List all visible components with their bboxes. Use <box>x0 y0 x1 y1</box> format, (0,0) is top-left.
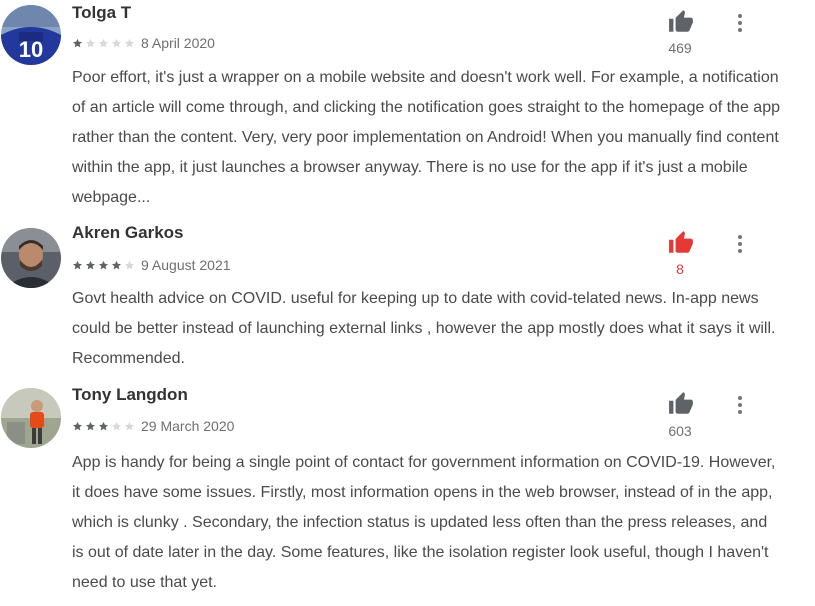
review-meta: 29 March 2020 <box>72 418 234 434</box>
star-rating <box>72 260 135 271</box>
avatar[interactable]: 10 <box>1 5 61 65</box>
thumb-up-icon <box>669 10 693 32</box>
star-icon <box>99 260 108 269</box>
review-meta: 9 August 2021 <box>72 257 231 273</box>
more-vert-icon-dot <box>738 242 742 246</box>
star-icon <box>86 421 95 430</box>
more-options-button[interactable] <box>728 393 752 417</box>
review-card: Akren Garkos 9 August 2021 8 Govt health… <box>0 220 815 380</box>
more-vert-icon-dot <box>738 28 742 32</box>
review-date: 9 August 2021 <box>141 257 231 273</box>
star-icon <box>99 38 108 47</box>
star-icon <box>86 260 95 269</box>
star-icon <box>86 38 95 47</box>
review-meta: 8 April 2020 <box>72 35 215 51</box>
avatar-image <box>1 388 61 448</box>
thumb-up-icon <box>669 392 693 414</box>
helpful-button[interactable] <box>666 9 696 35</box>
more-options-button[interactable] <box>728 11 752 35</box>
helpful-count: 8 <box>676 261 684 277</box>
star-icon <box>112 260 121 269</box>
star-icon <box>125 260 134 269</box>
star-icon <box>73 38 82 47</box>
review-card: 10 Tolga T 8 April 2020 469 Poor effort,… <box>0 0 815 215</box>
star-rating <box>72 38 135 49</box>
review-author: Akren Garkos <box>72 223 184 242</box>
star-icon <box>73 421 82 430</box>
avatar-image <box>1 228 61 288</box>
more-vert-icon-dot <box>738 14 742 18</box>
review-card: Tony Langdon 29 March 2020 603 App is ha… <box>0 382 815 606</box>
more-vert-icon-dot <box>738 235 742 239</box>
more-options-button[interactable] <box>728 232 752 256</box>
helpful-count: 603 <box>668 423 692 439</box>
review-author: Tony Langdon <box>72 385 188 404</box>
star-icon <box>112 421 121 430</box>
more-vert-icon-dot <box>738 21 742 25</box>
review-date: 8 April 2020 <box>141 35 215 51</box>
helpful-button[interactable] <box>666 230 696 256</box>
thumb-up-icon <box>669 231 693 253</box>
avatar[interactable] <box>1 388 61 448</box>
review-text: Poor effort, it's just a wrapper on a mo… <box>72 69 780 206</box>
avatar[interactable] <box>1 228 61 288</box>
more-vert-icon-dot <box>738 249 742 253</box>
svg-text:10: 10 <box>19 37 43 62</box>
review-text: Govt health advice on COVID. useful for … <box>72 290 776 367</box>
review-author: Tolga T <box>72 3 132 22</box>
star-icon <box>125 38 134 47</box>
star-icon <box>125 421 134 430</box>
more-vert-icon-dot <box>738 403 742 407</box>
star-icon <box>73 260 82 269</box>
star-rating <box>72 421 135 432</box>
more-vert-icon-dot <box>738 396 742 400</box>
avatar-image: 10 <box>1 5 61 65</box>
helpful-count: 469 <box>668 40 692 56</box>
more-vert-icon-dot <box>738 410 742 414</box>
review-text: App is handy for being a single point of… <box>72 454 776 591</box>
star-icon <box>112 38 121 47</box>
star-icon <box>99 421 108 430</box>
helpful-button[interactable] <box>666 391 696 417</box>
review-date: 29 March 2020 <box>141 418 235 434</box>
